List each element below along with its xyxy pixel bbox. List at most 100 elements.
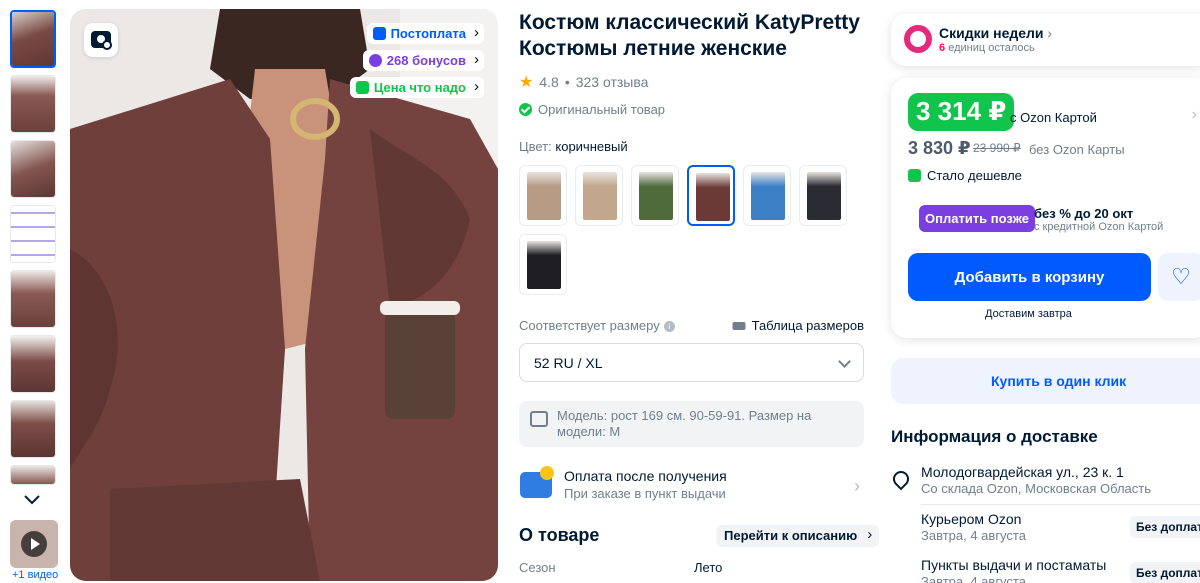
pay-later-button[interactable]: Оплатить позже <box>919 205 1035 232</box>
season-key: Сезон <box>519 560 556 575</box>
weekly-discounts-banner[interactable]: Скидки недели 6 единиц осталось <box>891 14 1200 66</box>
thumbnail-strip <box>10 10 58 492</box>
no-extra-fee-badge: Без доплат <box>1130 562 1200 583</box>
color-swatch[interactable] <box>575 165 623 226</box>
check-circle-icon <box>519 103 532 116</box>
add-to-cart-button[interactable]: Добавить в корзину <box>908 253 1151 301</box>
color-swatch[interactable] <box>519 165 567 226</box>
thumbnail[interactable] <box>10 140 56 198</box>
about-product-heading: О товаре <box>519 525 600 545</box>
pickup-option[interactable]: Пункты выдачи и постаматы <box>921 557 1106 573</box>
size-header: Соответствует размеру i Таблица размеров <box>519 318 864 333</box>
image-search-button[interactable] <box>84 23 118 57</box>
size-table-link[interactable]: Таблица размеров <box>732 318 864 333</box>
video-count-label[interactable]: +1 видео <box>12 569 58 581</box>
rating-value: 4.8 <box>539 74 559 90</box>
no-extra-fee-badge: Без доплат <box>1130 516 1200 538</box>
ruler-icon <box>732 321 746 330</box>
discount-logo-icon <box>904 25 932 53</box>
swatch-image <box>583 172 617 220</box>
courier-date: Завтра, 4 августа <box>921 528 1026 543</box>
model-info-box: Модель: рост 169 см. 90-59-91. Размер на… <box>519 401 864 447</box>
product-title: Костюм классический KatyPretty Костюмы л… <box>519 11 860 60</box>
pay-after-receipt-row[interactable]: Оплата после получения При заказе в пунк… <box>519 466 864 506</box>
camera-search-icon <box>91 31 112 50</box>
bonus-icon <box>368 54 382 67</box>
old-price: 23 990 ₽ <box>973 141 1021 155</box>
swatch-image <box>807 172 841 220</box>
thumbnail[interactable] <box>10 465 56 485</box>
color-value: коричневый <box>555 139 628 154</box>
postpay-badge[interactable]: Постоплата <box>366 23 484 44</box>
promo-stock: 6 единиц осталось <box>939 42 1035 54</box>
thumbnail[interactable] <box>10 205 56 263</box>
thumbnail[interactable] <box>10 270 56 328</box>
size-selected-value: 52 RU / XL <box>534 354 603 371</box>
delivery-source: Со склада Ozon, Московская Область <box>921 481 1152 496</box>
info-icon[interactable]: i <box>663 321 675 333</box>
season-value: Лето <box>694 560 723 575</box>
bonus-badge[interactable]: 268 бонусов <box>362 50 484 71</box>
thumbnail[interactable] <box>10 10 56 68</box>
color-swatch[interactable] <box>687 165 735 226</box>
delivery-tomorrow-label: Доставим завтра <box>985 308 1072 320</box>
go-to-description-button[interactable]: Перейти к описанию <box>716 525 880 547</box>
heart-icon: ♡ <box>1171 264 1191 289</box>
price-card: 3 314 ₽ с Ozon Картой › 3 830 ₽ 23 990 ₽… <box>891 78 1200 338</box>
color-swatch[interactable] <box>743 165 791 226</box>
installment-title: без % до 20 окт <box>1034 206 1134 221</box>
thumbnail[interactable] <box>10 335 56 393</box>
wallet-icon <box>372 27 386 40</box>
chevron-down-icon[interactable] <box>22 493 42 507</box>
color-swatch[interactable] <box>519 234 567 295</box>
regular-price: 3 830 ₽ <box>908 138 971 158</box>
size-select[interactable]: 52 RU / XL <box>519 343 864 382</box>
good-price-badge[interactable]: Цена что надо <box>349 77 484 98</box>
swatch-image <box>527 172 561 220</box>
chevron-down-icon <box>838 355 851 368</box>
star-icon: ★ <box>519 74 534 91</box>
card-price: 3 314 ₽ <box>908 93 1015 131</box>
swatch-image <box>527 241 561 289</box>
color-swatch[interactable] <box>631 165 679 226</box>
original-label: Оригинальный товар <box>538 102 666 117</box>
installment-subtitle: с кредитной Ozon Картой <box>1034 221 1164 233</box>
promo-title: Скидки недели <box>939 25 1052 41</box>
delivery-address[interactable]: Молодогвардейская ул., 23 к. 1 <box>921 464 1124 480</box>
chevron-right-icon[interactable]: › <box>1192 106 1197 124</box>
color-swatches <box>519 165 849 295</box>
delivery-info-heading: Информация о доставке <box>891 427 1098 446</box>
rating-row[interactable]: ★ 4.8 • 323 отзыва <box>519 72 648 92</box>
price-dropped-row: Стало дешевле <box>908 168 1022 183</box>
swatch-image <box>639 172 673 220</box>
arrow-down-icon <box>908 169 921 182</box>
favorite-button[interactable]: ♡ <box>1158 253 1200 301</box>
swatch-image <box>751 172 785 220</box>
size-fit-label: Соответствует размеру <box>519 318 660 333</box>
courier-option[interactable]: Курьером Ozon <box>921 511 1021 527</box>
swatch-image <box>696 173 730 221</box>
thumbnail[interactable] <box>10 75 56 133</box>
pay-title: Оплата после получения <box>564 468 727 484</box>
model-info-text: Модель: рост 169 см. 90-59-91. Размер на… <box>557 408 812 439</box>
buy-one-click-button[interactable]: Купить в один клик <box>891 358 1200 404</box>
regular-price-label: без Ozon Карты <box>1029 142 1125 157</box>
pickup-date: Завтра, 4 августа <box>921 574 1026 583</box>
image-badges: Постоплата 268 бонусов Цена что надо <box>349 23 484 98</box>
video-thumbnail[interactable] <box>10 520 58 568</box>
thumbnail[interactable] <box>10 400 56 458</box>
color-label: Цвет: коричневый <box>519 139 628 154</box>
location-pin-icon <box>889 467 913 491</box>
play-icon <box>21 531 47 557</box>
reviews-count[interactable]: 323 отзыва <box>576 74 649 90</box>
rating-dot: • <box>564 74 570 90</box>
pay-subtitle: При заказе в пункт выдачи <box>564 486 726 501</box>
shirt-icon <box>530 411 548 427</box>
original-product-row: Оригинальный товар <box>519 102 665 117</box>
card-price-label: с Ozon Картой <box>1010 110 1097 125</box>
divider <box>921 504 1200 505</box>
chevron-right-icon: › <box>854 476 860 496</box>
thumbs-up-icon <box>355 81 369 94</box>
coin-icon <box>540 466 554 480</box>
color-swatch[interactable] <box>799 165 847 226</box>
